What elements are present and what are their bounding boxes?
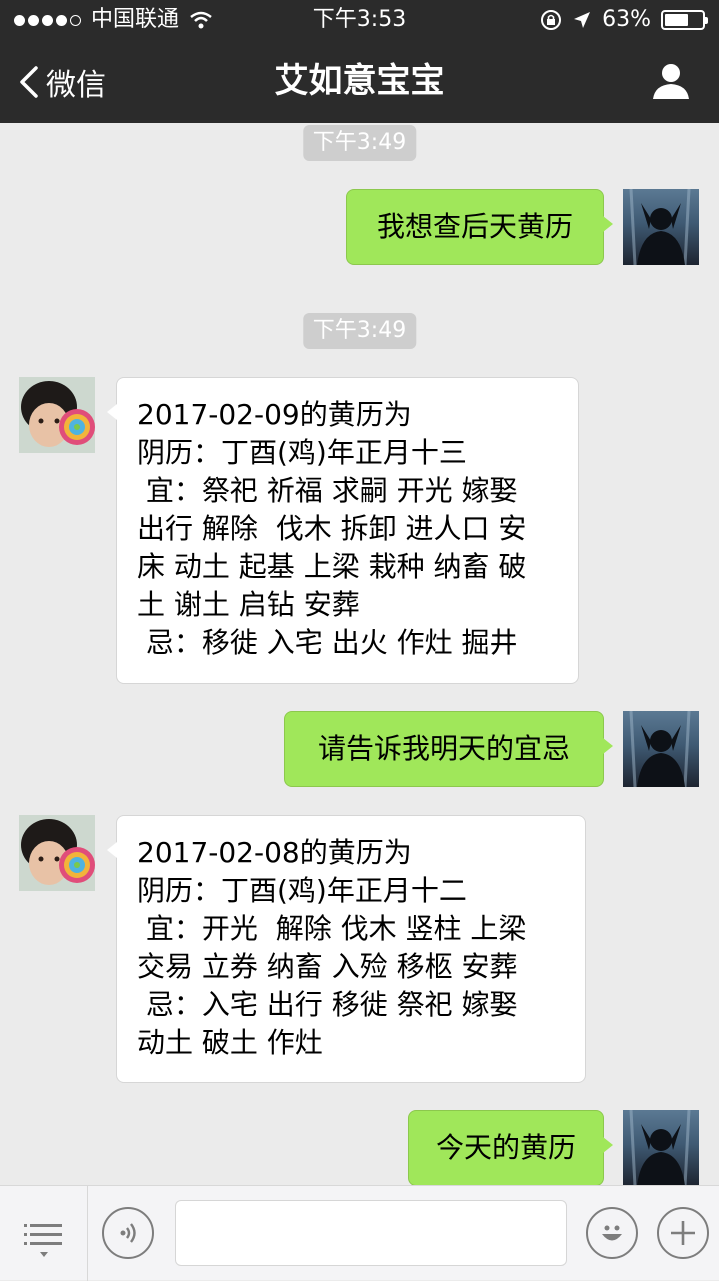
person-silhouette <box>629 189 691 265</box>
location-icon <box>574 12 591 28</box>
person-icon[interactable] <box>651 61 691 101</box>
voice-button[interactable] <box>102 1207 154 1259</box>
add-button[interactable] <box>657 1207 709 1259</box>
outgoing-message[interactable]: 请告诉我明天的宜忌 <box>284 711 613 787</box>
outgoing-message[interactable]: 今天的黄历 <box>408 1110 613 1185</box>
message-text: 今天的黄历 <box>435 1131 576 1164</box>
my-avatar[interactable] <box>623 711 699 787</box>
message-text: 请告诉我明天的宜忌 <box>317 732 570 765</box>
incoming-message[interactable]: 2017-02-09的黄历为 阴历：丁酉(鸡)年正月十三 宜：祭祀 祈福 求嗣 … <box>107 377 579 684</box>
status-bar: 中国联通 下午3:53 63% <box>0 0 719 40</box>
timestamp: 下午3:49 <box>302 313 417 349</box>
divider <box>87 1186 88 1281</box>
contact-avatar[interactable] <box>19 377 95 453</box>
battery-percent: 63% <box>602 7 651 32</box>
person-silhouette <box>629 1110 691 1185</box>
rotation-lock-icon <box>541 10 562 30</box>
voice-icon <box>120 1223 136 1243</box>
chat-title: 艾如意宝宝 <box>274 61 445 101</box>
person-silhouette <box>629 711 691 787</box>
top-bar: 中国联通 下午3:53 63% 微信 艾如意宝宝 <box>0 0 719 123</box>
status-right: 63% <box>540 0 708 40</box>
my-avatar[interactable] <box>623 189 699 265</box>
menu-icon[interactable] <box>22 1216 66 1260</box>
child-photo <box>19 377 95 453</box>
contact-avatar[interactable] <box>19 815 95 891</box>
chat-area[interactable]: 下午3:49 我想查后天黄历 下午3:49 2017-02-09的黄历为 阴历：… <box>0 123 719 1185</box>
timestamp: 下午3:49 <box>302 125 417 161</box>
input-bar <box>0 1185 719 1281</box>
outgoing-message[interactable]: 我想查后天黄历 <box>346 189 613 265</box>
child-photo <box>19 815 95 891</box>
emoji-icon <box>602 1225 622 1241</box>
battery-icon <box>661 10 708 30</box>
my-avatar[interactable] <box>623 1110 699 1185</box>
incoming-message[interactable]: 2017-02-08的黄历为 阴历：丁酉(鸡)年正月十二 宜：开光 解除 伐木 … <box>107 815 586 1083</box>
message-text: 2017-02-09的黄历为 阴历：丁酉(鸡)年正月十三 宜：祭祀 祈福 求嗣 … <box>137 398 527 659</box>
message-text: 2017-02-08的黄历为 阴历：丁酉(鸡)年正月十二 宜：开光 解除 伐木 … <box>137 836 527 1059</box>
emoji-button[interactable] <box>586 1207 638 1259</box>
message-input[interactable] <box>175 1200 567 1266</box>
plus-icon <box>671 1221 695 1245</box>
message-text: 我想查后天黄历 <box>376 210 573 243</box>
nav-bar: 微信 艾如意宝宝 <box>0 40 719 123</box>
